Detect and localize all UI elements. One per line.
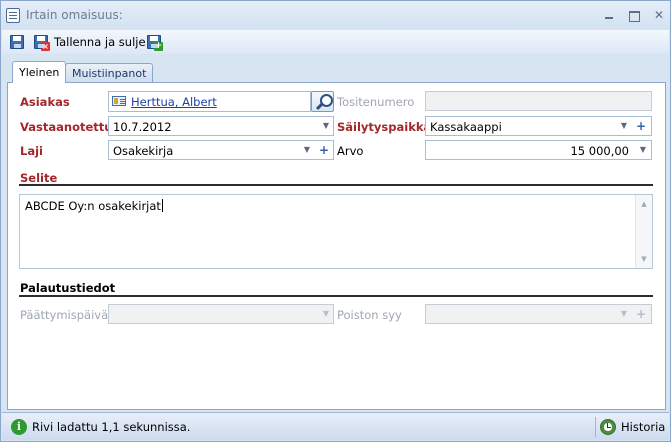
selite-label: Selite xyxy=(20,171,58,185)
save-button[interactable] xyxy=(10,33,28,51)
save-and-close-label: Tallenna ja sulje xyxy=(54,35,146,49)
chevron-down-icon[interactable]: ▼ xyxy=(321,120,331,132)
laji-select[interactable]: Osakekirja ▼ + xyxy=(108,140,334,160)
chevron-down-icon[interactable]: ▼ xyxy=(302,144,312,156)
add-poiston-syy-icon: + xyxy=(635,307,647,321)
selite-divider xyxy=(19,184,653,186)
sailytyspaikka-label: Säilytyspaikka xyxy=(337,120,432,134)
minimize-button[interactable] xyxy=(599,7,619,23)
laji-value: Osakekirja xyxy=(113,144,174,158)
poiston-syy-select: ▼ + xyxy=(425,304,652,324)
title-bar: Irtain omaisuus: xyxy=(1,1,670,29)
vastaanotettu-date-field[interactable]: 10.7.2012 ▼ xyxy=(108,116,334,136)
laji-label: Laji xyxy=(20,144,43,158)
close-button[interactable] xyxy=(649,7,669,23)
form-icon xyxy=(6,8,20,23)
paattymispaiva-date-field: ▼ xyxy=(108,304,334,324)
selite-text: ABCDE Oy:n osakekirjat xyxy=(25,199,161,213)
status-bar: i Rivi ladattu 1,1 sekunnissa. Historia xyxy=(2,412,669,440)
paattymispaiva-label: Päättymispäivä xyxy=(20,308,109,322)
status-message: Rivi ladattu 1,1 sekunnissa. xyxy=(32,420,191,434)
info-icon: i xyxy=(11,419,27,435)
palautustiedot-divider xyxy=(19,295,653,297)
vertical-scrollbar[interactable]: ▲ ▼ xyxy=(635,195,652,268)
save-and-new-button[interactable]: + xyxy=(147,33,165,51)
scroll-up-icon[interactable]: ▲ xyxy=(640,200,648,208)
asiakas-field[interactable]: Herttua, Albert xyxy=(108,91,311,112)
window: Irtain omaisuus: × Tallenna ja sulje + Y… xyxy=(0,0,671,442)
vastaanotettu-label: Vastaanotettu xyxy=(20,120,113,134)
selite-textarea[interactable]: ABCDE Oy:n osakekirjat ▲ ▼ xyxy=(19,194,653,269)
tositenumero-field xyxy=(425,91,652,111)
sailytyspaikka-value: Kassakaappi xyxy=(430,120,502,134)
arvo-field[interactable]: 15 000,00 ▼ xyxy=(425,140,652,160)
asiakas-label: Asiakas xyxy=(20,95,70,109)
save-new-icon: + xyxy=(147,35,163,51)
status-separator xyxy=(595,417,596,437)
tositenumero-label: Tositenumero xyxy=(337,95,415,109)
palautustiedot-heading: Palautustiedot xyxy=(20,281,116,295)
contact-card-icon xyxy=(112,96,126,106)
add-sailytyspaikka-icon[interactable]: + xyxy=(635,119,647,133)
chevron-down-icon[interactable]: ▼ xyxy=(638,144,648,156)
chevron-down-icon[interactable]: ▼ xyxy=(619,120,629,132)
asiakas-link[interactable]: Herttua, Albert xyxy=(131,95,217,109)
arvo-value: 15 000,00 xyxy=(570,144,629,158)
lookup-customer-button[interactable] xyxy=(311,91,334,112)
tab-general[interactable]: Yleinen xyxy=(12,61,67,83)
toolbar: × Tallenna ja sulje + xyxy=(2,30,669,54)
save-and-close-button[interactable]: × Tallenna ja sulje xyxy=(34,33,146,51)
history-clock-icon xyxy=(600,419,616,435)
poiston-syy-label: Poiston syy xyxy=(337,308,402,322)
vastaanotettu-value: 10.7.2012 xyxy=(113,120,172,134)
add-laji-icon[interactable]: + xyxy=(318,143,330,157)
tab-notes[interactable]: Muistiinpanot xyxy=(65,63,154,83)
arvo-label: Arvo xyxy=(337,144,364,158)
history-label: Historia xyxy=(621,420,666,434)
chevron-down-icon: ▼ xyxy=(322,309,330,318)
save-icon xyxy=(10,35,24,49)
history-button[interactable]: Historia xyxy=(600,418,665,436)
maximize-button[interactable] xyxy=(624,7,644,23)
window-title: Irtain omaisuus: xyxy=(26,8,123,22)
chevron-down-icon: ▼ xyxy=(620,309,628,318)
save-close-icon: × xyxy=(34,35,50,51)
sailytyspaikka-select[interactable]: Kassakaappi ▼ + xyxy=(425,116,652,136)
scroll-down-icon[interactable]: ▼ xyxy=(640,255,648,263)
